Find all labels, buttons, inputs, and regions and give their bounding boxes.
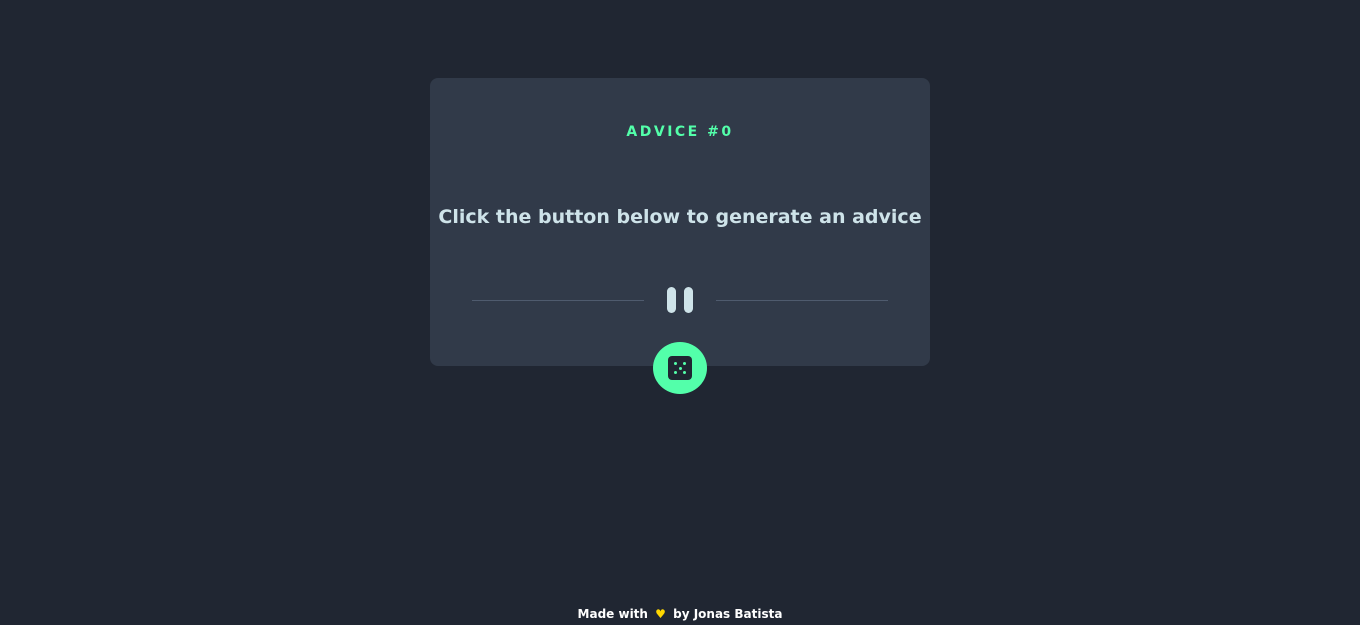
generate-advice-button[interactable] <box>653 342 707 394</box>
page: ADVICE #0 Click the button below to gene… <box>0 0 1360 625</box>
dice-pip <box>674 371 677 374</box>
footer: Made with ♥ by Jonas Batista <box>0 605 1360 623</box>
advice-number: ADVICE #0 <box>626 124 734 140</box>
divider-line-right <box>716 300 888 301</box>
dice-pip <box>683 362 686 365</box>
advice-text: Click the button below to generate an ad… <box>438 206 922 228</box>
divider-line-left <box>472 300 644 301</box>
dice-icon <box>668 356 692 380</box>
footer-author: by Jonas Batista <box>673 607 783 621</box>
pause-bar-left <box>667 287 676 313</box>
dice-pip <box>683 371 686 374</box>
footer-prefix: Made with <box>577 607 648 621</box>
dice-pip <box>674 362 677 365</box>
card-divider <box>472 284 888 316</box>
dice-pip <box>678 366 682 370</box>
heart-icon: ♥ <box>655 607 666 621</box>
pause-icon <box>666 287 694 313</box>
pause-bar-right <box>684 287 693 313</box>
